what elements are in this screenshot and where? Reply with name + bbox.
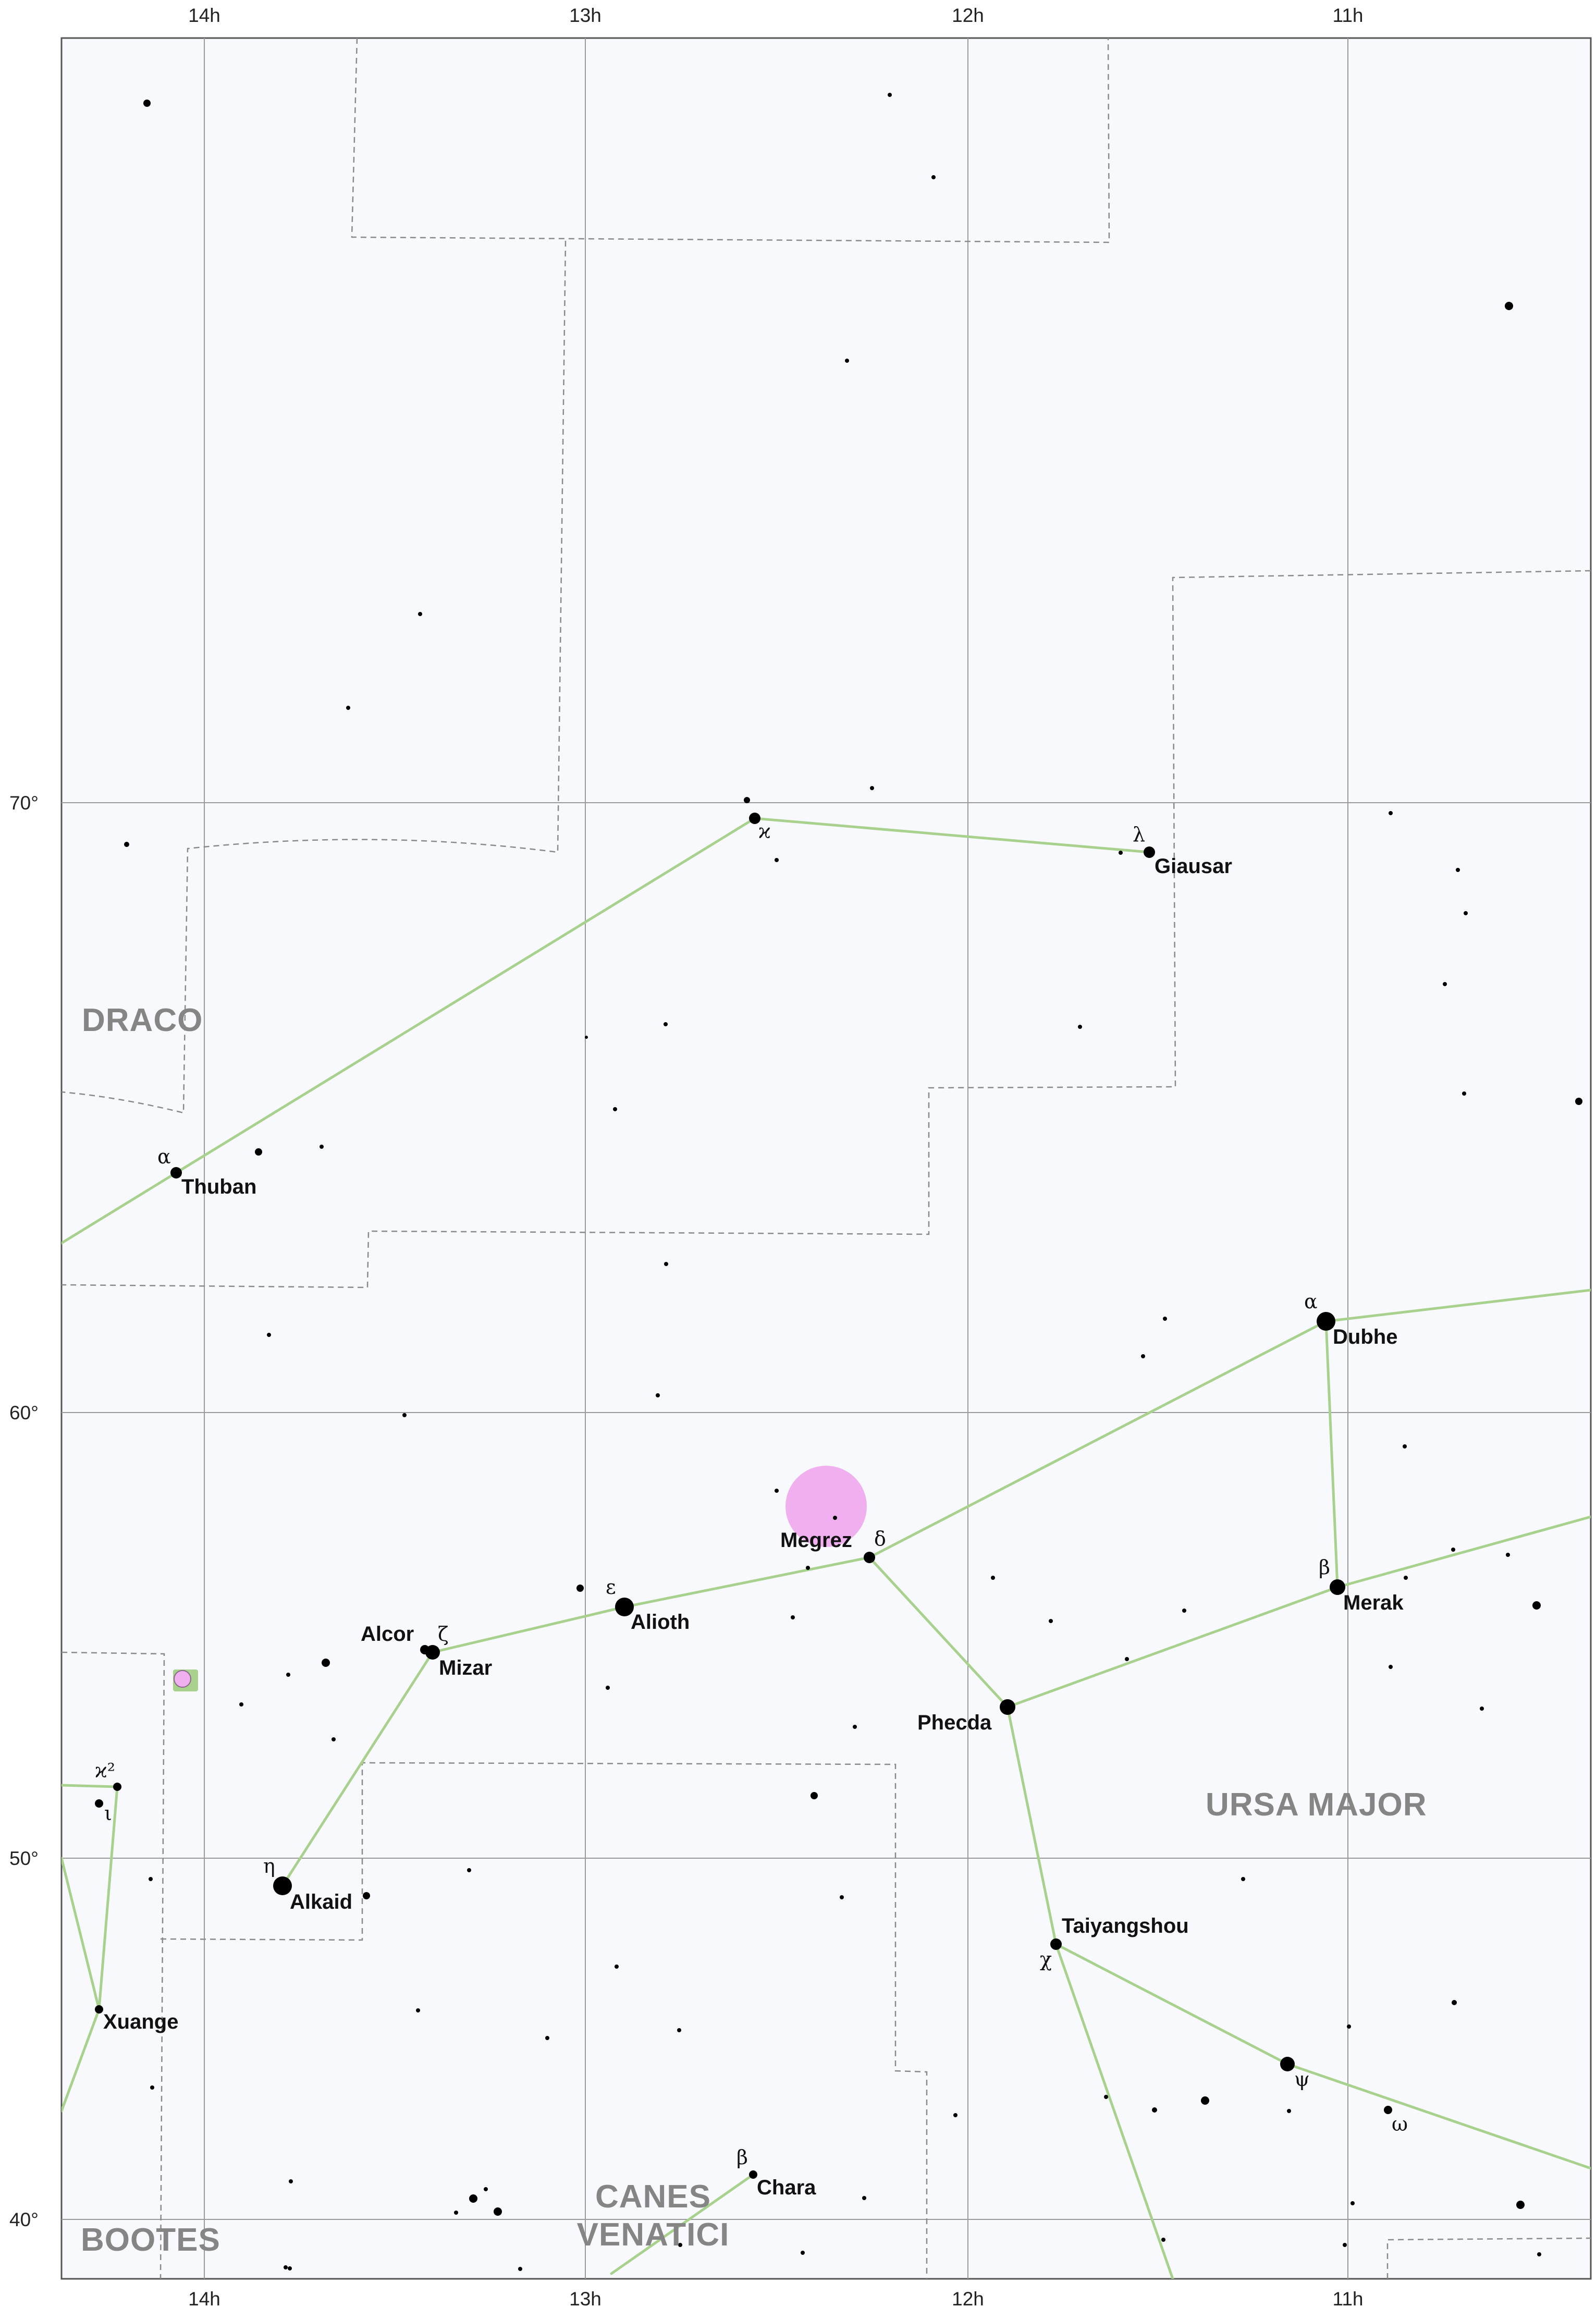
greek-megrez: δ [874, 1527, 886, 1550]
ra-label-top-12h: 12h [952, 5, 984, 26]
star-megrez [864, 1552, 875, 1563]
ra-label-bottom-14h: 14h [188, 2288, 220, 2310]
ra-label-top-14h: 14h [188, 5, 220, 26]
ra-label-bottom-13h: 13h [569, 2288, 601, 2310]
greek-chara: β [736, 2146, 748, 2169]
star-kappa2-bootis [113, 1783, 121, 1791]
greek-iota-bootis: ι [104, 1802, 112, 1825]
dec-label-50: 50° [9, 1848, 39, 1869]
label-dubhe: Dubhe [1333, 1325, 1397, 1348]
constellation-ursa-major: URSA MAJOR [1206, 1787, 1427, 1823]
greek-alioth: ε [606, 1576, 616, 1599]
label-alcor: Alcor [361, 1623, 414, 1646]
greek-alkaid: η [263, 1855, 275, 1877]
plot-area [60, 37, 1592, 2280]
label-phecda: Phecda [917, 1711, 992, 1734]
star-alkaid [273, 1876, 292, 1895]
star-iota-bootis [95, 1799, 103, 1808]
greek-thuban: α [157, 1145, 171, 1168]
star-alcor [420, 1645, 429, 1654]
greek-giausar: λ [1133, 823, 1145, 846]
greek-omega-uma: ω [1392, 2113, 1408, 2135]
cluster-marker [173, 1670, 198, 1691]
label-xuange: Xuange [103, 2010, 178, 2033]
dec-label-40: 40° [9, 2209, 39, 2230]
constellation-bootes: BOOTES [81, 2222, 220, 2258]
label-chara: Chara [757, 2176, 816, 2199]
label-mizar: Mizar [439, 1656, 492, 1679]
dec-axis-labels: 70° 60° 50° 40° [9, 792, 39, 2230]
label-megrez: Megrez [780, 1529, 852, 1552]
greek-dubhe: α [1304, 1290, 1318, 1313]
greek-taiyangshou: χ [1040, 1948, 1052, 1971]
star-psi-uma [1280, 2057, 1295, 2071]
star-giausar [1144, 846, 1155, 858]
ra-axis-labels-top: 14h 13h 12h 11h [188, 5, 1363, 26]
greek-mizar: ζ [438, 1623, 449, 1646]
ra-label-top-11h: 11h [1333, 5, 1364, 26]
star-chara [749, 2170, 757, 2179]
greek-psi-uma: ψ [1294, 2068, 1310, 2091]
greek-kappa2-bootis: ϰ² [95, 1759, 115, 1782]
star-xuange [95, 2005, 103, 2014]
greek-kappa-draconis: ϰ [758, 820, 771, 843]
greek-merak: β [1319, 1556, 1330, 1579]
star-phecda [1000, 1699, 1015, 1715]
constellation-venatici: VENATICI [577, 2217, 730, 2253]
constellation-canes: CANES [595, 2179, 711, 2215]
constellation-draco: DRACO [82, 1002, 203, 1038]
star-thuban [170, 1167, 182, 1179]
ra-axis-labels-bottom: 14h 13h 12h 11h [188, 2288, 1363, 2310]
dec-label-60: 60° [9, 1402, 39, 1423]
ra-label-bottom-11h: 11h [1333, 2288, 1364, 2310]
star-chart: 14h 13h 12h 11h 14h 13h 12h 11h 70° 60° … [9, 5, 1592, 2310]
label-thuban: Thuban [181, 1175, 256, 1198]
dec-label-70: 70° [9, 792, 39, 814]
label-alkaid: Alkaid [290, 1891, 352, 1913]
star-omega-uma [1384, 2106, 1392, 2114]
ra-label-top-13h: 13h [569, 5, 601, 26]
label-giausar: Giausar [1155, 855, 1232, 878]
label-merak: Merak [1343, 1591, 1404, 1614]
label-taiyangshou: Taiyangshou [1062, 1914, 1189, 1937]
star-taiyangshou [1050, 1938, 1062, 1950]
label-alioth: Alioth [631, 1611, 690, 1634]
ra-label-bottom-12h: 12h [952, 2288, 984, 2310]
